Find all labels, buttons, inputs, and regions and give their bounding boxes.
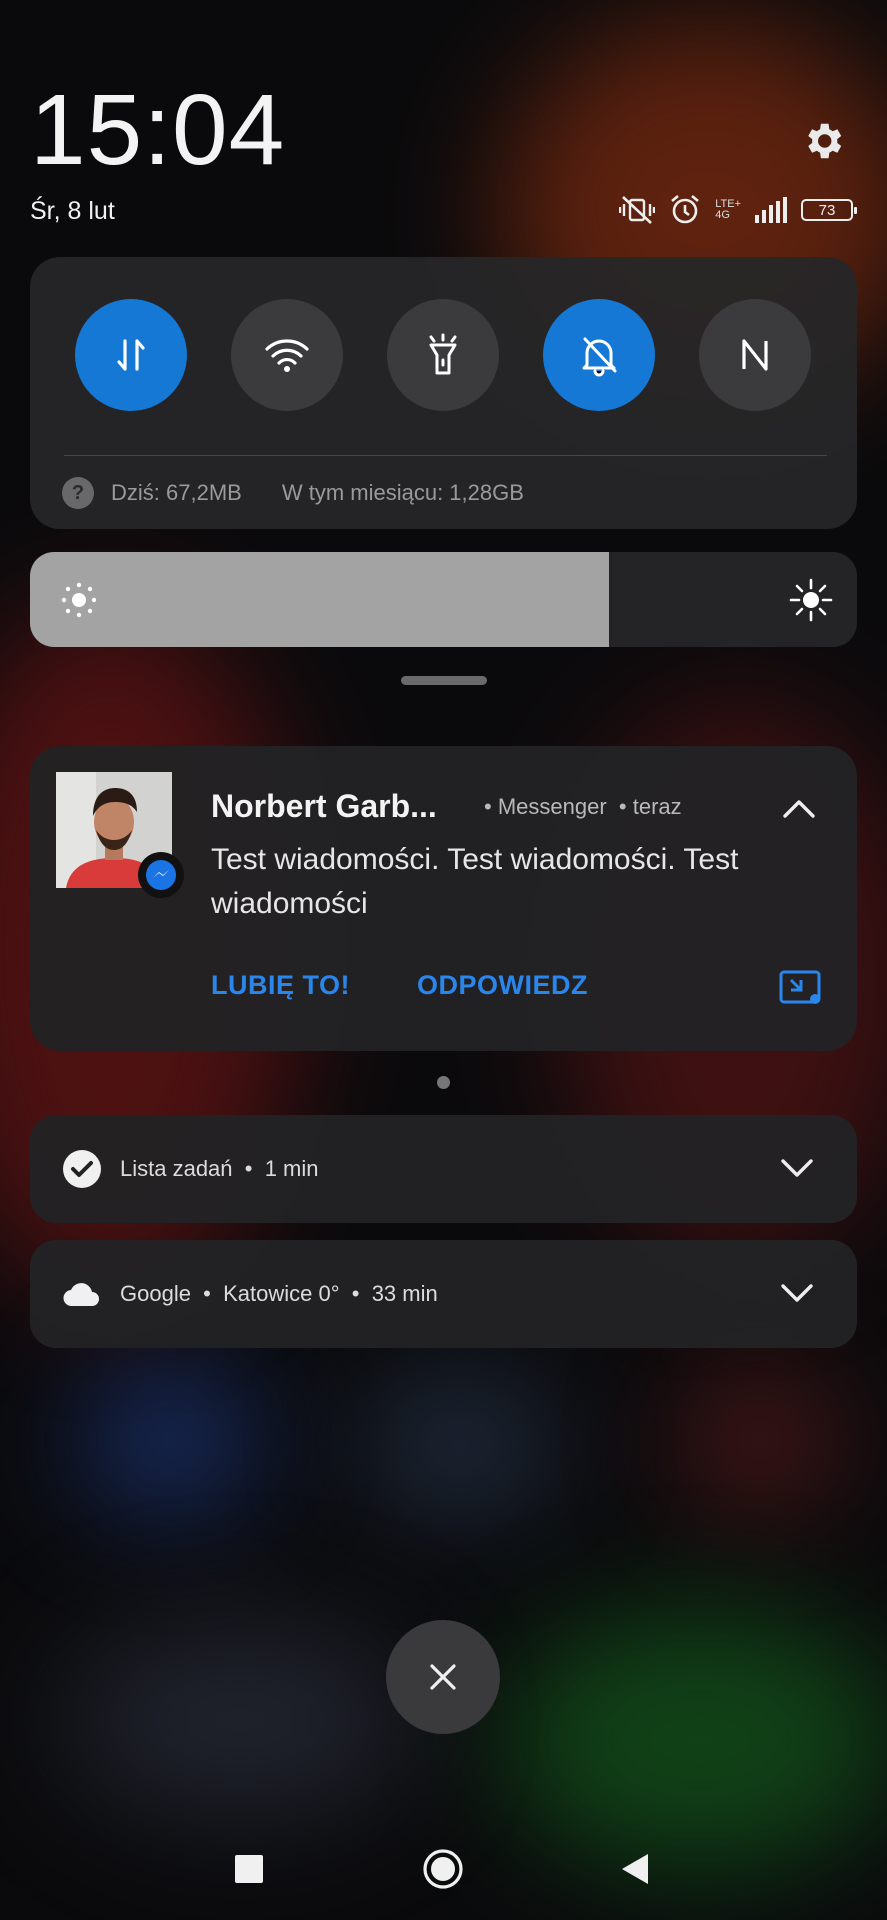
floating-window-icon[interactable] [779,970,823,1006]
wifi-toggle[interactable] [231,299,343,411]
close-icon [430,1664,456,1690]
notification-sender: Norbert Garb... [211,788,437,824]
mobile-data-toggle[interactable] [75,299,187,411]
notification-time: teraz [632,794,682,819]
network-type: LTE+ 4G [715,199,741,221]
vibrate-off-icon [619,196,656,224]
data-usage-month: W tym miesiącu: 1,28GB [281,480,524,505]
expand-chevron-icon[interactable] [779,1157,815,1181]
brightness-high-icon [789,578,833,622]
expand-chevron-icon[interactable] [779,1282,815,1306]
quick-settings-divider [64,455,827,456]
battery-indicator: 73 [801,199,857,221]
quick-settings-panel: ? Dziś: 67,2MB W tym miesiącu: 1,28GB [30,257,857,529]
notification-app: Messenger [497,794,607,819]
weather-notification-text: Google • Katowice 0° • 33 min [120,1281,438,1306]
cloud-icon [62,1274,102,1314]
alarm-icon [671,195,700,224]
tasks-time: 1 min [264,1156,319,1181]
flashlight-toggle[interactable] [387,299,499,411]
weather-time: 33 min [371,1281,438,1306]
messenger-notification[interactable]: Norbert Garb... • Messenger • teraz Test… [30,746,857,1051]
panel-drag-handle[interactable] [401,676,487,685]
collapse-chevron-icon[interactable] [781,796,817,820]
clock-date[interactable]: Śr, 8 lut [30,197,115,226]
silent-mode-toggle[interactable] [543,299,655,411]
signal-icon [755,197,787,223]
clock-time[interactable]: 15:04 [30,80,285,180]
notification-meta: • Messenger • teraz [484,794,682,819]
brightness-level-fill [30,552,609,647]
page-indicator-dot [437,1076,450,1089]
network-type-bottom: 4G [715,209,730,221]
flashlight-icon [429,333,457,375]
nfc-toggle[interactable] [699,299,811,411]
help-icon: ? [62,477,94,509]
weather-source: Google [120,1281,191,1306]
tasks-notification-text: Lista zadań • 1 min [120,1156,319,1181]
recents-button[interactable] [235,1855,263,1883]
data-usage-today: Dziś: 67,2MB [111,480,242,505]
weather-location: Katowice 0° [223,1281,340,1306]
messenger-badge-icon [138,852,184,898]
settings-gear-icon[interactable] [800,118,846,164]
tasks-notification[interactable]: Lista zadań • 1 min [30,1115,857,1223]
reply-button[interactable]: ODPOWIEDZ [417,970,588,1001]
data-usage-row[interactable]: ? Dziś: 67,2MB W tym miesiącu: 1,28GB [62,477,524,509]
clear-all-button[interactable] [386,1620,500,1734]
notification-message: Test wiadomości. Test wiadomości. Test w… [211,843,739,920]
status-bar: LTE+ 4G 73 [619,192,857,228]
wifi-icon [265,339,309,372]
weather-notification[interactable]: Google • Katowice 0° • 33 min [30,1240,857,1348]
home-button[interactable] [422,1848,464,1890]
nfc-icon [742,339,768,371]
bell-off-icon [582,337,617,377]
brightness-slider[interactable] [30,552,857,647]
like-button[interactable]: LUBIĘ TO! [211,970,350,1001]
back-button[interactable] [620,1852,650,1886]
tasks-title: Lista zadań [120,1156,233,1181]
brightness-low-icon [61,582,97,618]
check-circle-icon [62,1149,102,1189]
data-transfer-icon [117,339,145,371]
